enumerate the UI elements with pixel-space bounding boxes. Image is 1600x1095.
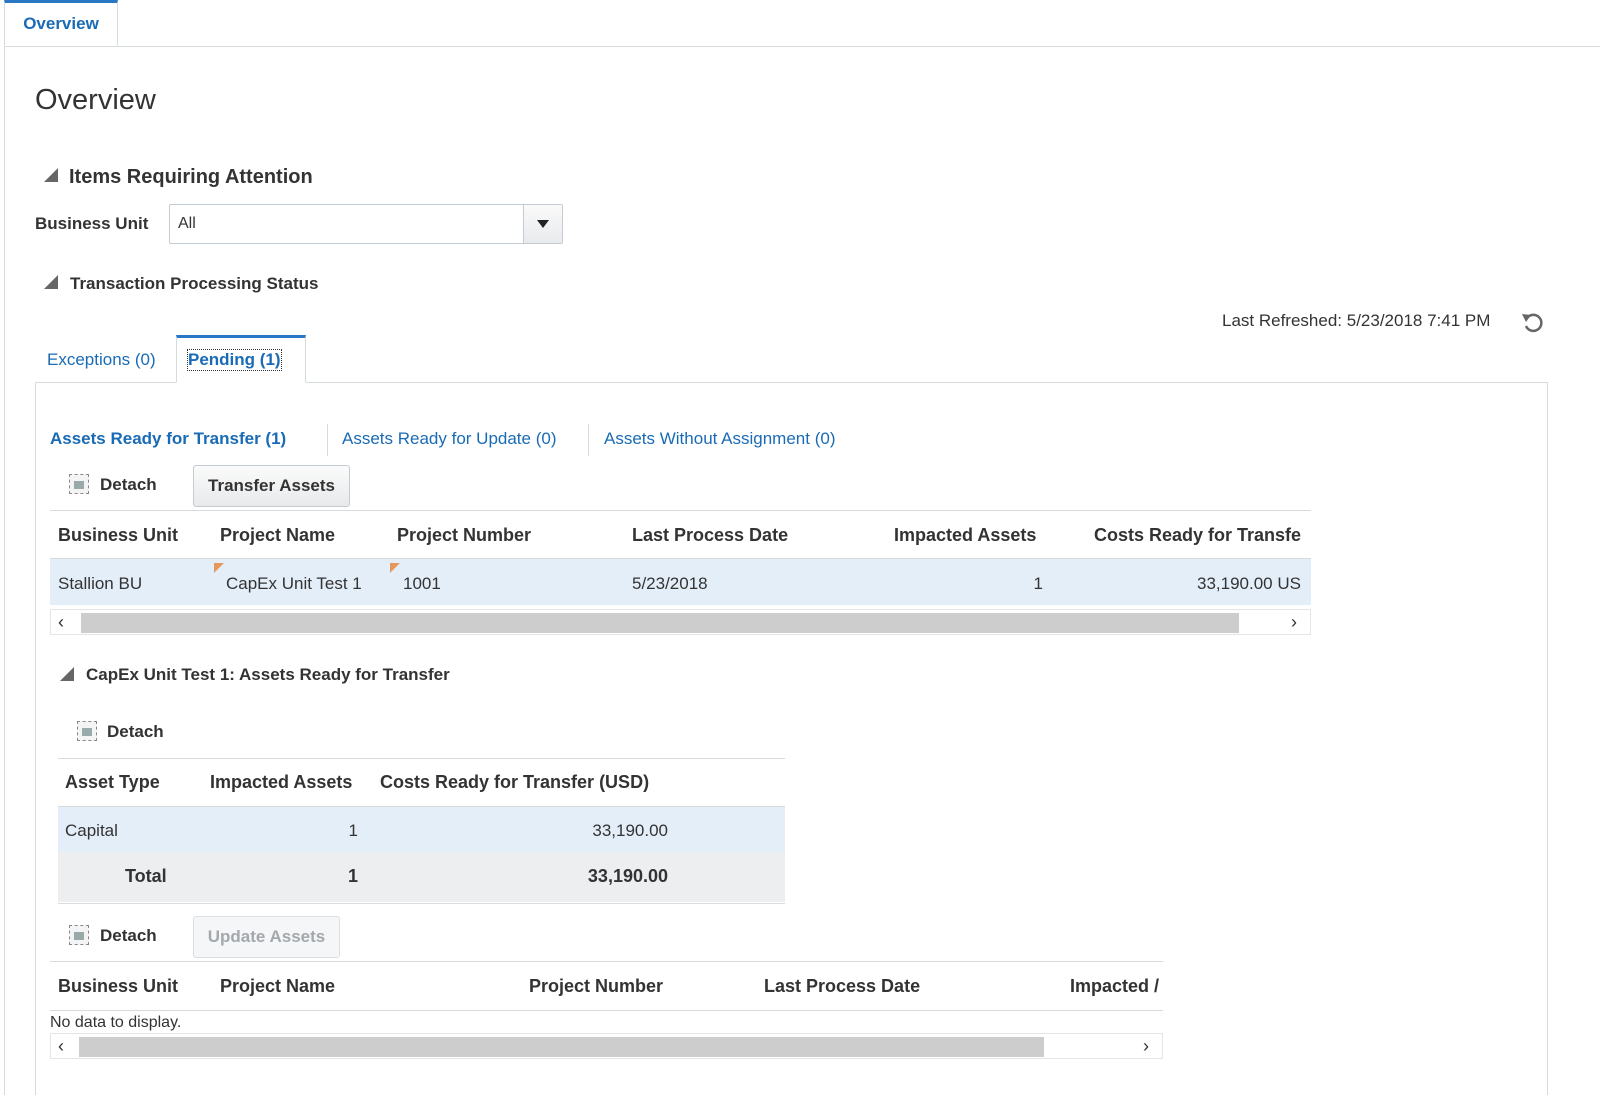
cell-project-number: 1001 — [403, 574, 441, 593]
col-impacted-assets[interactable]: Impacted / — [1070, 976, 1159, 997]
tab-overview[interactable]: Overview — [4, 0, 118, 46]
horizontal-scrollbar[interactable]: ‹ › — [50, 609, 1311, 635]
scroll-left-icon[interactable]: ‹ — [58, 612, 64, 633]
items-section-toggle[interactable] — [44, 168, 58, 187]
collapse-triangle-icon[interactable] — [60, 667, 74, 681]
tps-section-toggle[interactable] — [44, 275, 58, 294]
cell-business-unit: Stallion BU — [58, 574, 143, 593]
col-project-name[interactable]: Project Name — [220, 525, 335, 546]
col-project-number[interactable]: Project Number — [529, 976, 663, 997]
business-unit-value: All — [178, 215, 196, 232]
cell-costs-ready: 33,190.00 — [592, 821, 668, 840]
cell-costs-ready: 33,190.00 US — [1197, 574, 1301, 593]
col-asset-type[interactable]: Asset Type — [65, 772, 160, 793]
business-unit-select[interactable]: All — [169, 204, 563, 244]
cell-impacted-assets: 1 — [1033, 574, 1043, 593]
cell-project-name: CapEx Unit Test 1 — [226, 574, 362, 593]
cell-asset-type: Capital — [65, 821, 118, 840]
flag-icon — [214, 563, 224, 573]
scroll-left-icon[interactable]: ‹ — [58, 1036, 64, 1057]
tab-pending-label: Pending (1) — [187, 349, 282, 371]
col-last-process-date[interactable]: Last Process Date — [764, 976, 920, 997]
detach-button[interactable]: Detach — [100, 475, 157, 495]
col-project-number[interactable]: Project Number — [397, 525, 531, 546]
refresh-icon[interactable] — [1520, 310, 1546, 339]
detail-section-title: CapEx Unit Test 1: Assets Ready for Tran… — [86, 665, 450, 684]
col-costs-ready-usd[interactable]: Costs Ready for Transfer (USD) — [380, 772, 649, 793]
impacted-assets-link[interactable]: 1 — [338, 821, 358, 841]
detach-icon[interactable] — [77, 721, 97, 746]
asset-type-table: Asset Type Impacted Assets Costs Ready f… — [58, 758, 785, 904]
scroll-right-icon[interactable]: › — [1143, 1036, 1149, 1057]
col-costs-ready[interactable]: Costs Ready for Transfe — [1094, 525, 1301, 546]
col-impacted-assets[interactable]: Impacted Assets — [210, 772, 352, 793]
separator — [588, 424, 589, 456]
scroll-right-icon[interactable]: › — [1291, 612, 1297, 633]
col-last-process-date[interactable]: Last Process Date — [632, 525, 788, 546]
scroll-thumb[interactable] — [79, 1037, 1044, 1057]
page-title: Overview — [35, 84, 156, 116]
col-project-name[interactable]: Project Name — [220, 976, 335, 997]
table-row[interactable]: Capital 1 33,190.00 — [58, 807, 785, 852]
total-impacted: 1 — [347, 866, 358, 886]
last-refreshed: Last Refreshed: 5/23/2018 7:41 PM — [1222, 311, 1491, 330]
caret-down-icon — [537, 220, 549, 228]
top-tab-bar: Overview — [4, 0, 1600, 47]
dropdown-button[interactable] — [523, 205, 562, 243]
tab-pending[interactable]: Pending (1) — [176, 335, 306, 383]
detach-icon[interactable] — [69, 925, 89, 950]
link-assets-without-assignment[interactable]: Assets Without Assignment (0) — [604, 429, 835, 449]
left-border — [4, 46, 5, 1095]
collapse-triangle-icon[interactable] — [44, 168, 58, 182]
separator — [327, 424, 328, 456]
detach-button[interactable]: Detach — [107, 722, 164, 742]
update-assets-button[interactable]: Update Assets — [193, 916, 340, 958]
detail-section-toggle[interactable] — [60, 667, 74, 686]
update-assets-table: Business Unit Project Name Project Numbe… — [50, 961, 1163, 1061]
tab-exceptions[interactable]: Exceptions (0) — [47, 350, 156, 370]
col-impacted-assets[interactable]: Impacted Assets — [894, 525, 1036, 546]
total-costs: 33,190.00 — [587, 866, 668, 886]
collapse-triangle-icon[interactable] — [44, 275, 58, 289]
total-label: Total — [125, 866, 167, 886]
col-business-unit[interactable]: Business Unit — [58, 525, 178, 546]
transfer-assets-button[interactable]: Transfer Assets — [193, 465, 350, 507]
scroll-thumb[interactable] — [81, 613, 1239, 633]
business-unit-label: Business Unit — [35, 214, 149, 233]
horizontal-scrollbar[interactable]: ‹ › — [50, 1033, 1163, 1059]
link-assets-ready-transfer[interactable]: Assets Ready for Transfer (1) — [50, 429, 286, 449]
col-business-unit[interactable]: Business Unit — [58, 976, 178, 997]
tps-section-title: Transaction Processing Status — [70, 274, 319, 293]
detach-button[interactable]: Detach — [100, 926, 157, 946]
detach-icon[interactable] — [69, 474, 89, 499]
cell-last-process-date: 5/23/2018 — [632, 574, 708, 593]
total-row: Total 1 33,190.00 — [58, 852, 785, 902]
flag-icon — [390, 563, 400, 573]
table-row[interactable]: Stallion BU CapEx Unit Test 1 1001 5/23/… — [50, 559, 1311, 605]
link-assets-ready-update[interactable]: Assets Ready for Update (0) — [342, 429, 556, 449]
items-section-title: Items Requiring Attention — [69, 166, 313, 188]
empty-message: No data to display. — [50, 1014, 182, 1031]
pending-transfer-table: Business Unit Project Name Project Numbe… — [50, 510, 1311, 636]
